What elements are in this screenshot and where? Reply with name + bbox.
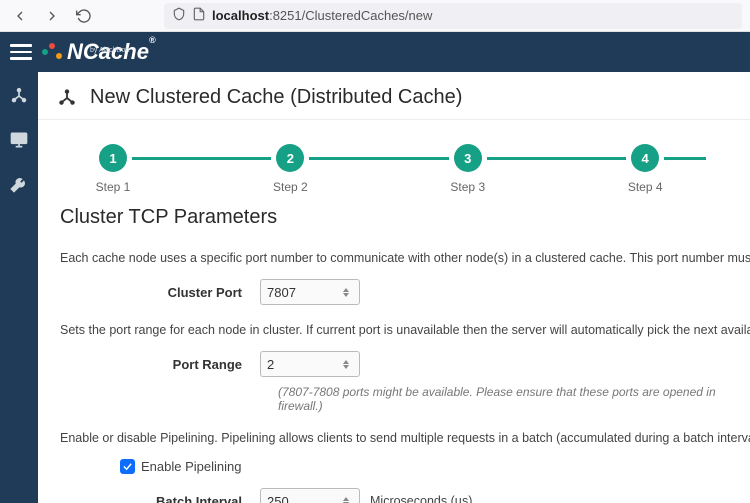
shield-icon [172,7,186,24]
address-bar[interactable]: localhost:8251/ClusteredCaches/new [164,3,742,29]
cluster-port-label: Cluster Port [60,285,260,300]
menu-toggle-button[interactable] [10,41,32,63]
batch-interval-input[interactable]: 250 [260,488,360,503]
enable-pipelining-checkbox[interactable] [120,459,135,474]
port-range-label: Port Range [60,357,260,372]
step-line [132,157,271,160]
brand-logo[interactable]: NCache® by Alachisoft [42,39,156,65]
page-header: New Clustered Cache (Distributed Cache) [38,72,750,120]
app-topbar: NCache® by Alachisoft [0,32,750,72]
cluster-port-input[interactable]: 7807 [260,279,360,305]
forward-button[interactable] [40,4,64,28]
step-line [487,157,626,160]
cluster-port-description: Each cache node uses a specific port num… [60,251,728,265]
sidebar-item-tools[interactable] [9,174,29,194]
batch-interval-unit: Microseconds (µs) [370,494,472,503]
step-4[interactable]: 4 Step 4 [620,144,670,194]
back-button[interactable] [8,4,32,28]
enable-pipelining-label: Enable Pipelining [141,459,241,474]
sidebar-item-monitor[interactable] [9,130,29,150]
page-icon [192,7,206,24]
step-line [664,157,706,160]
wizard-stepper: 1 Step 1 2 Step 2 3 Step 3 4 Step 4 [38,120,750,200]
batch-interval-label: Batch Interval [60,494,260,503]
reload-button[interactable] [72,4,96,28]
cluster-icon [56,87,78,109]
port-range-hint: (7807-7808 ports might be available. Ple… [278,385,728,413]
step-1[interactable]: 1 Step 1 [88,144,138,194]
left-sidebar [0,72,38,503]
port-range-input[interactable]: 2 [260,351,360,377]
step-line [309,157,448,160]
pipelining-description: Enable or disable Pipelining. Pipelining… [60,431,728,445]
page-title: New Clustered Cache (Distributed Cache) [90,86,462,109]
sidebar-item-cluster[interactable] [9,86,29,106]
main-content: New Clustered Cache (Distributed Cache) … [38,72,750,503]
section-title: Cluster TCP Parameters [60,206,728,229]
browser-toolbar: localhost:8251/ClusteredCaches/new [0,0,750,32]
step-3[interactable]: 3 Step 3 [443,144,493,194]
stepper-arrows-icon[interactable] [343,288,353,297]
port-range-description: Sets the port range for each node in clu… [60,323,728,337]
url-text: localhost:8251/ClusteredCaches/new [212,8,432,23]
stepper-arrows-icon[interactable] [343,497,353,503]
stepper-arrows-icon[interactable] [343,360,353,369]
step-2[interactable]: 2 Step 2 [265,144,315,194]
